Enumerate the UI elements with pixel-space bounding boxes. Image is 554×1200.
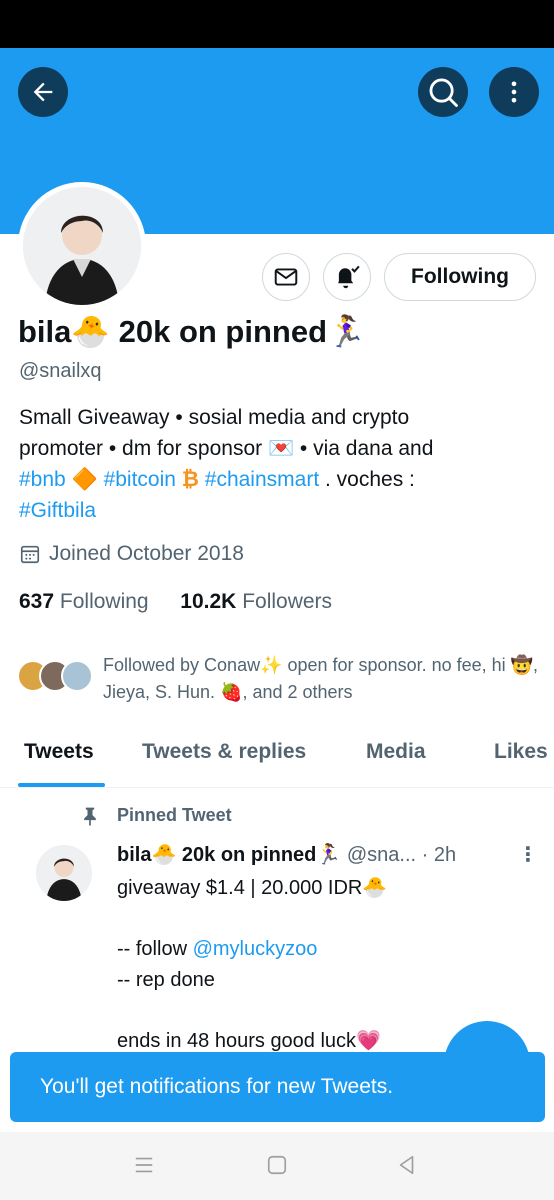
- tweet-mention[interactable]: @myluckyzoo: [193, 938, 318, 960]
- followed-by-avatars[interactable]: [17, 660, 97, 694]
- profile-tabs: Tweets Tweets & replies Media Likes: [0, 734, 554, 788]
- hashtag-bitcoin[interactable]: #bitcoin: [104, 468, 176, 491]
- profile-bio: Small Giveaway • sosial media and crypto…: [19, 402, 539, 526]
- tweet-header: bila🐣 20k on pinned🏃‍♀️ @sna... · 2h: [117, 842, 517, 867]
- tab-likes[interactable]: Likes: [494, 740, 548, 764]
- tab-media[interactable]: Media: [366, 740, 426, 764]
- tab-tweets[interactable]: Tweets: [24, 740, 94, 764]
- more-vertical-icon: [511, 81, 517, 103]
- bell-check-icon: [338, 265, 360, 289]
- home-square-icon[interactable]: [266, 1154, 288, 1176]
- profile-avatar-container[interactable]: [18, 182, 146, 310]
- tab-tweets-replies[interactable]: Tweets & replies: [142, 740, 306, 764]
- menu-icon[interactable]: [133, 1154, 155, 1176]
- pin-icon: [84, 807, 96, 826]
- following-button[interactable]: Following: [384, 253, 536, 301]
- bio-line-4: #Giftbila: [19, 495, 539, 526]
- followers-stat[interactable]: 10.2K Followers: [180, 590, 332, 613]
- hashtag-giftbila[interactable]: #Giftbila: [19, 499, 96, 522]
- search-button[interactable]: [418, 67, 468, 117]
- joined-date: Joined October 2018: [19, 542, 244, 566]
- back-button[interactable]: [18, 67, 68, 117]
- avatar-image: [23, 187, 141, 305]
- status-bar: [0, 0, 554, 48]
- avatar: [23, 187, 141, 305]
- bio-line-2: promoter • dm for sponsor 💌 • via dana a…: [19, 437, 434, 460]
- tweet-author-name[interactable]: bila🐣 20k on pinned🏃‍♀️: [117, 844, 341, 866]
- bnb-emoji: 🔶: [71, 468, 98, 491]
- bio-after-tags: . voches :: [319, 468, 415, 491]
- profile-name: bila🐣 20k on pinned🏃‍♀️: [18, 314, 366, 349]
- active-tab-indicator: [18, 783, 105, 787]
- tweet-avatar-image: [36, 845, 92, 901]
- message-button[interactable]: [262, 253, 310, 301]
- notifications-button[interactable]: [323, 253, 371, 301]
- bio-line-3: #bnb 🔶 #bitcoin ₿ #chainsmart . voches :: [19, 464, 539, 495]
- mini-avatar: [61, 660, 93, 692]
- following-stat[interactable]: 637 Following: [19, 590, 149, 613]
- tweet-author-meta: @sna... · 2h: [346, 844, 457, 866]
- notification-toast: You'll get notifications for new Tweets.: [10, 1052, 545, 1122]
- profile-handle: @snailxq: [19, 360, 102, 382]
- followed-by-text[interactable]: Followed by Conaw✨ open for sponsor. no …: [103, 652, 543, 706]
- joined-text: Joined October 2018: [49, 542, 244, 565]
- bio-line-1: Small Giveaway • sosial media and crypto: [19, 406, 410, 429]
- tweet-more-icon[interactable]: ⋮: [518, 842, 538, 867]
- search-icon: [429, 78, 458, 107]
- arrow-left-icon: [33, 82, 53, 102]
- envelope-icon: [274, 268, 298, 286]
- back-triangle-icon[interactable]: [396, 1154, 418, 1176]
- system-nav-bar: [0, 1132, 554, 1200]
- tweet-avatar[interactable]: [36, 845, 92, 901]
- follow-stats: 637 Following 10.2K Followers: [19, 590, 332, 614]
- hashtag-chainsmart[interactable]: #chainsmart: [205, 468, 319, 491]
- more-options-button[interactable]: [489, 67, 539, 117]
- bitcoin-emoji: ₿: [181, 468, 199, 491]
- pinned-tweet-label: Pinned Tweet: [117, 805, 232, 825]
- hashtag-bnb[interactable]: #bnb: [19, 468, 66, 491]
- calendar-icon: [20, 545, 40, 564]
